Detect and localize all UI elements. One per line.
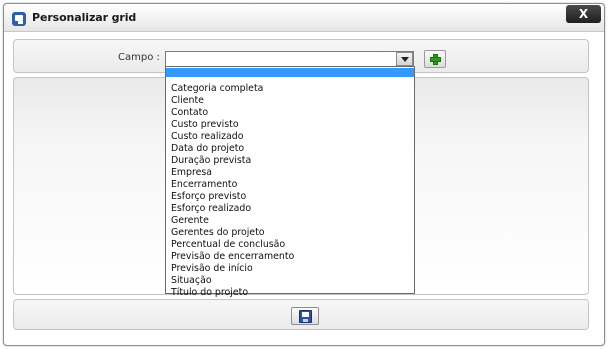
dropdown-option[interactable]: Custo realizado — [166, 131, 414, 143]
dropdown-option[interactable]: Previsão de encerramento — [166, 251, 414, 263]
campo-select[interactable] — [165, 51, 414, 67]
dropdown-option[interactable]: Esforço previsto — [166, 191, 414, 203]
dropdown-option[interactable]: Data do projeto — [166, 143, 414, 155]
dropdown-option[interactable]: Empresa — [166, 167, 414, 179]
chevron-down-icon[interactable] — [396, 52, 413, 66]
dropdown-option[interactable] — [166, 68, 414, 77]
floppy-disk-icon — [299, 310, 312, 323]
dropdown-option[interactable]: Duração prevista — [166, 155, 414, 167]
dropdown-option[interactable]: Contato — [166, 107, 414, 119]
campo-dropdown-list[interactable]: Categoria completa Cliente Contato Custo pr… — [165, 66, 415, 298]
close-button[interactable]: X — [566, 5, 601, 23]
dropdown-option[interactable]: Categoria completa — [166, 83, 414, 95]
dropdown-option[interactable]: Custo previsto — [166, 119, 414, 131]
campo-label: Campo : — [118, 52, 160, 63]
add-field-button[interactable] — [424, 50, 446, 68]
dropdown-option[interactable]: Cliente — [166, 95, 414, 107]
dropdown-option[interactable]: Título do projeto — [166, 287, 414, 299]
save-button[interactable] — [291, 307, 319, 325]
dialog-title: Personalizar grid — [32, 11, 137, 24]
dropdown-option[interactable]: Esforço realizado — [166, 203, 414, 215]
dropdown-option[interactable]: Gerentes do projeto — [166, 227, 414, 239]
dropdown-option[interactable]: Encerramento — [166, 179, 414, 191]
dropdown-option[interactable]: Percentual de conclusão — [166, 239, 414, 251]
dropdown-option[interactable]: Situação — [166, 275, 414, 287]
dialog-titlebar[interactable]: Personalizar grid X — [4, 4, 604, 32]
dropdown-option[interactable]: Previsão de início — [166, 263, 414, 275]
dropdown-option[interactable]: Gerente — [166, 215, 414, 227]
app-logo-icon — [12, 12, 26, 26]
